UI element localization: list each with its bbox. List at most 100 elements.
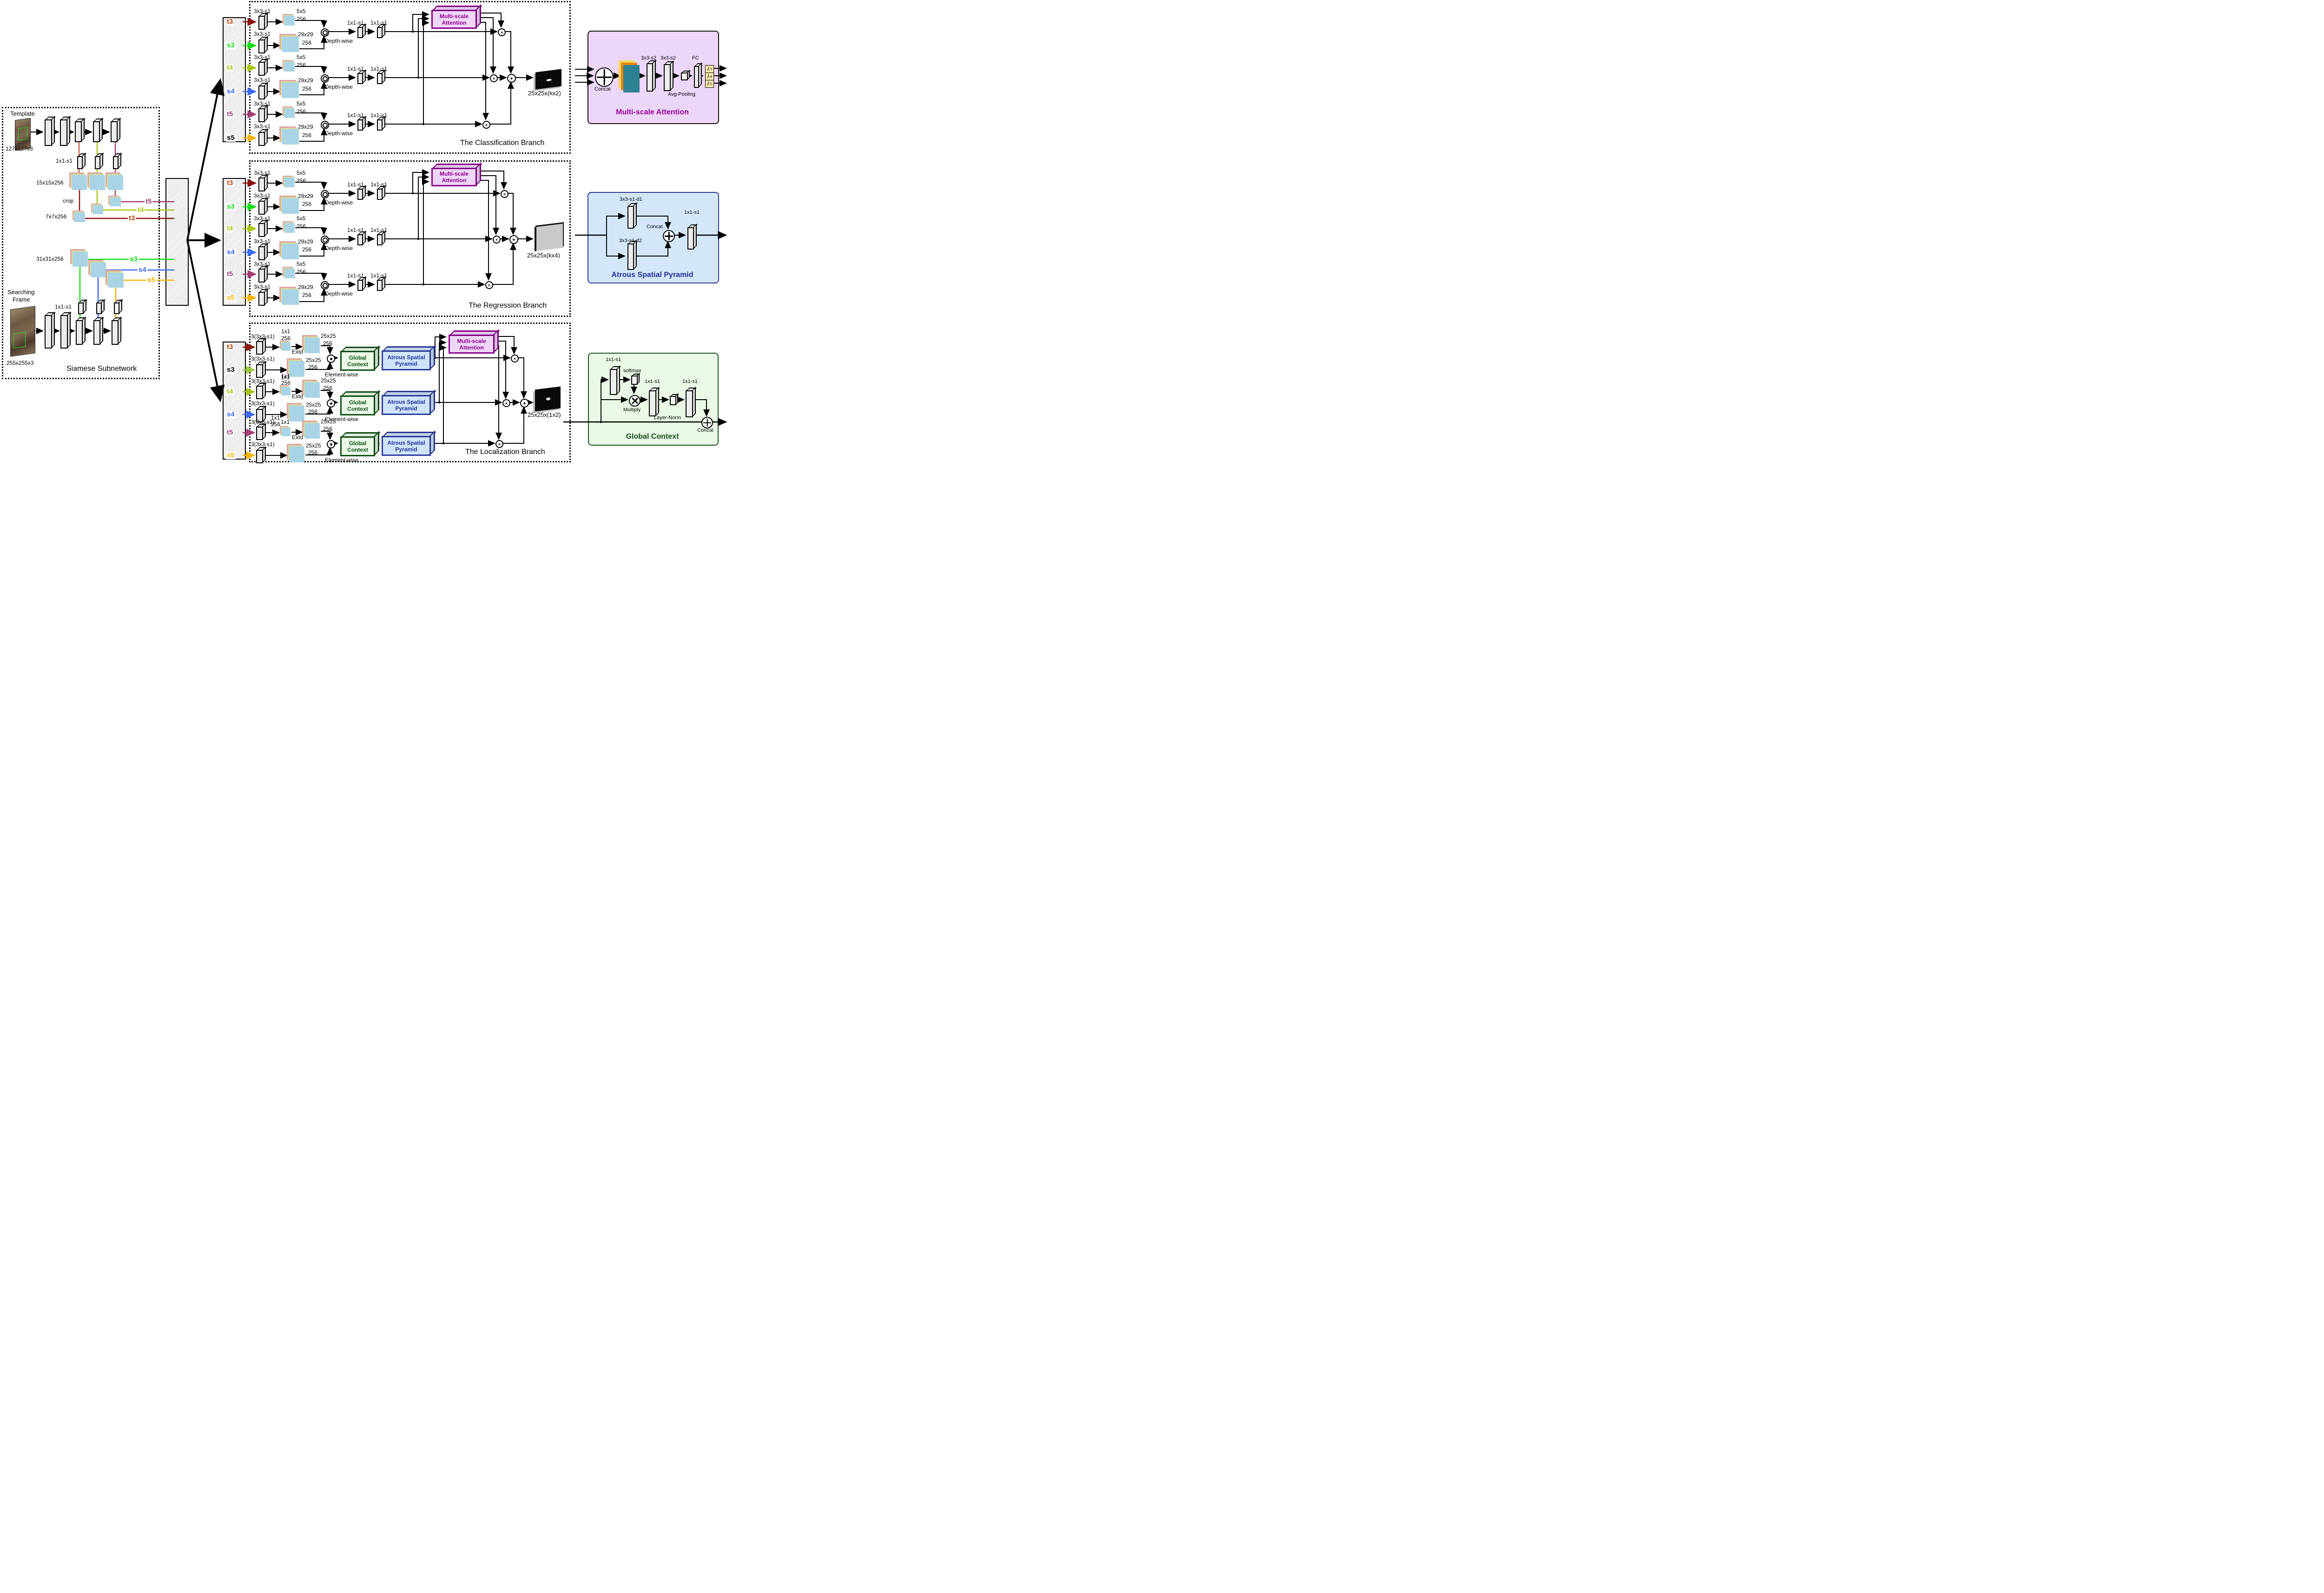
- depthwise-corr-op: [321, 28, 329, 37]
- asp-box-line2: Pyramid: [395, 405, 417, 412]
- feature-stack: [74, 212, 85, 222]
- feature-stack: [108, 273, 124, 288]
- conv-slab: [357, 119, 363, 131]
- dim-label: 256: [297, 109, 306, 115]
- dim-label: 1x1: [271, 415, 280, 421]
- cls-msa-box: Multi-scale Attention: [431, 10, 477, 29]
- multiply-op: ×: [482, 121, 490, 129]
- asp-box-line1: Atrous Spatial: [387, 399, 425, 405]
- conv-slab: [258, 62, 265, 76]
- elementwise-op: [327, 399, 335, 408]
- conv-slab: [258, 132, 265, 146]
- feature-stack: [284, 62, 295, 72]
- dim-label: 1x1: [281, 329, 290, 335]
- feature-stack: [290, 406, 304, 421]
- gc-panel-title: Global Context: [588, 433, 717, 441]
- concat-label: Concat: [594, 87, 611, 92]
- conv-slab: [256, 341, 263, 355]
- layer-norm-label: Layer-Norm: [654, 415, 681, 421]
- dim-label: 5x5: [297, 216, 305, 222]
- loc-title: The Localization Branch: [465, 448, 545, 456]
- depthwise-corr-op: [321, 281, 329, 290]
- multiply-op: ×: [493, 236, 501, 244]
- feature-stack: [282, 129, 299, 145]
- loc-output-map: [535, 387, 561, 412]
- cls-bar-t3: t3: [226, 18, 234, 26]
- architecture-diagram: Template 127x127x3 1x1-s1 15x15x256 crop…: [0, 0, 729, 475]
- conv-slab: [112, 320, 119, 345]
- concat-label: Concat: [647, 224, 663, 230]
- feature-stack: [284, 269, 295, 278]
- dim-label: 256: [323, 426, 332, 432]
- conv-slab: [258, 178, 265, 191]
- reg-bar-t4: t4: [226, 225, 234, 232]
- feature-stack: [290, 447, 304, 462]
- fanout-arrows: [187, 80, 220, 401]
- conv-slab: [258, 86, 265, 99]
- dim-label: 256: [271, 421, 280, 428]
- search-label-2: Frame: [13, 296, 30, 303]
- gc-box-line2: Context: [347, 406, 368, 412]
- siamese-colored-taps: [79, 140, 174, 320]
- conv-slab: [258, 246, 265, 260]
- conv-slab: [647, 63, 653, 92]
- feature-stack: [282, 428, 290, 436]
- conv1x1-slab: [78, 303, 84, 314]
- feature-stack: [90, 175, 105, 190]
- conv-slab: [377, 119, 383, 131]
- cls-title: The Classification Branch: [460, 139, 544, 147]
- conv-label: 3x3-s1-d2: [619, 238, 642, 244]
- multiply-op: ×: [485, 281, 493, 289]
- conv-slab: [377, 27, 383, 38]
- reg-output-map: [535, 224, 563, 251]
- dim-label: 256: [297, 224, 306, 230]
- multiply-op: ×: [495, 440, 503, 448]
- conv-slab: [76, 320, 83, 345]
- conv1x1-slab: [96, 303, 102, 314]
- add-op: +: [507, 74, 516, 83]
- search-frame-image: [10, 306, 35, 357]
- dim-label: 29x29: [298, 32, 313, 38]
- cls-bar-t4: t4: [226, 64, 234, 72]
- conv1x1-slab: [95, 156, 100, 169]
- conv-label: 3x3-s1: [254, 216, 271, 222]
- softmax-label: softmax: [623, 369, 641, 374]
- depthwise-label: Depth-wise: [325, 291, 353, 297]
- feature-stack: [282, 83, 299, 98]
- conv-slab: [377, 280, 383, 291]
- conv-slab: [664, 64, 671, 91]
- loc-bar-t3: t3: [226, 343, 234, 351]
- asp-box-line1: Atrous Spatial: [387, 354, 425, 361]
- msa-box-line1: Multi-scale: [440, 13, 469, 20]
- conv1x1-label: 1x1-s1: [56, 158, 73, 164]
- feature-stack: [284, 16, 295, 26]
- asp-box-line2: Pyramid: [395, 361, 417, 367]
- loc-bar-s3: s3: [226, 366, 236, 374]
- gc-box-line2: Context: [347, 447, 368, 453]
- dim-label: 25x25: [321, 378, 336, 384]
- conv-slab: [686, 390, 693, 417]
- multiply-op: ×: [490, 74, 498, 82]
- conv-label: 1x1-s1: [347, 66, 364, 72]
- crop-label: crop: [63, 198, 73, 204]
- conv-slab: [258, 201, 265, 215]
- dim-label: 25x25: [306, 443, 321, 449]
- conv-label: 3x3-s1: [254, 101, 271, 107]
- conv-label: 1x1-s1: [347, 273, 364, 279]
- conv-slab: [357, 280, 363, 291]
- atrous-spatial-pyramid-box: Atrous Spatial Pyramid: [382, 350, 431, 370]
- conv1x1-slab: [113, 156, 119, 169]
- tap-label-t5: t5: [145, 198, 152, 205]
- cls-output-label: 25x25x(kx2): [528, 90, 561, 97]
- feature-stack: [282, 290, 299, 305]
- avg-pooling-cube: [681, 72, 688, 80]
- siamese-title: Siamese Subnetwork: [66, 365, 137, 373]
- extd-label: Extd: [292, 394, 303, 400]
- msa-box-line2: Attention: [442, 20, 467, 26]
- conv-slab: [75, 121, 82, 142]
- dim-label: 256: [297, 269, 306, 275]
- elementwise-label: Element-wise: [325, 457, 358, 463]
- conv-slab: [258, 108, 265, 122]
- dim-label: 5x5: [297, 101, 305, 107]
- conv-label: 3(3x3-s1): [251, 334, 275, 340]
